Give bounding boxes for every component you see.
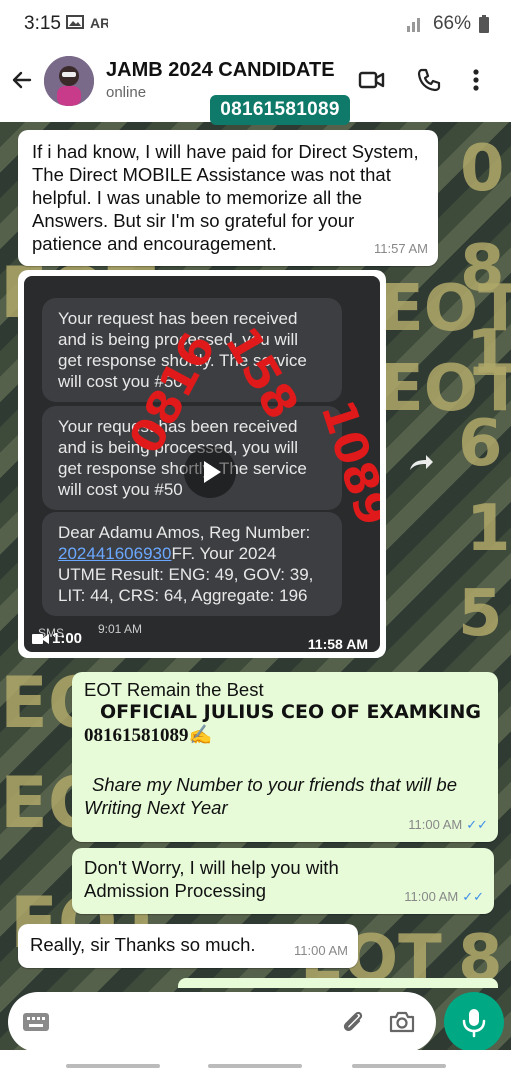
message-input-bar[interactable] [8, 992, 436, 1052]
message-time: 11:58 AM [307, 636, 368, 652]
watermark-digit: 1 [466, 492, 511, 566]
message-text: If i had know, I will have paid for Dire… [32, 141, 419, 254]
sms-text: Dear Adamu Amos, Reg Number: [58, 523, 311, 542]
contact-name[interactable]: JAMB 2024 CANDIDATE [106, 59, 335, 82]
video-thumbnail[interactable]: Your request has been received and is be… [24, 276, 380, 652]
watermark-digit: 0 [460, 132, 505, 206]
contact-avatar[interactable] [44, 56, 94, 106]
sms-link[interactable]: 202441606930 [58, 544, 171, 563]
status-time: 3:15 [24, 13, 61, 34]
message-time: 11:00 AM ✓✓ [408, 817, 488, 832]
contact-status: online [106, 84, 147, 101]
play-icon [204, 461, 221, 483]
watermark-eot: EOT [380, 272, 511, 346]
overlay-phone-number: 08161581089 [210, 95, 350, 125]
message-text: Don't Worry, I will help you with Admiss… [84, 857, 339, 901]
nav-handle[interactable] [352, 1064, 446, 1068]
incoming-message[interactable]: Really, sir Thanks so much. 11:00 AM [18, 924, 358, 968]
partial-outgoing-message [178, 978, 498, 988]
sms-bubble: Dear Adamu Amos, Reg Number: 20244160693… [42, 512, 342, 616]
ar-icon: AR [90, 15, 108, 30]
keyboard-icon[interactable] [22, 1011, 50, 1033]
battery-percent: 66% [432, 13, 471, 34]
system-navigation-bar [0, 1050, 511, 1080]
battery-icon [479, 15, 489, 33]
forward-icon[interactable] [406, 450, 436, 476]
message-time: 11:57 AM [374, 241, 428, 256]
message-line: 08161581089✍️ [84, 725, 213, 746]
video-camera-icon [32, 634, 49, 644]
voice-message-button[interactable] [444, 992, 504, 1052]
status-right: 66% [405, 13, 489, 35]
outgoing-message[interactable]: Don't Worry, I will help you with Admiss… [72, 848, 494, 914]
watermark-eot: EOT [380, 352, 511, 426]
double-check-icon: ✓✓ [462, 889, 484, 904]
message-line: OFFICIAL JULIUS CEO OF EXAMKING [100, 701, 481, 723]
signal-icon [406, 18, 420, 32]
gallery-icon [66, 15, 84, 29]
video-duration: 1:00 [52, 630, 83, 647]
incoming-message[interactable]: If i had know, I will have paid for Dire… [18, 130, 438, 266]
message-time: 11:00 AM ✓✓ [404, 889, 484, 904]
outgoing-message[interactable]: EOT Remain the Best OFFICIAL JULIUS CEO … [72, 672, 498, 842]
svg-text:AR: AR [90, 15, 108, 30]
camera-icon[interactable] [388, 1009, 416, 1035]
video-message[interactable]: Your request has been received and is be… [18, 270, 386, 658]
nav-handle[interactable] [208, 1064, 302, 1068]
video-call-icon[interactable] [358, 66, 386, 94]
attach-icon[interactable] [340, 1009, 366, 1035]
back-arrow-icon[interactable] [10, 68, 34, 92]
nav-handle[interactable] [66, 1064, 160, 1068]
message-line: EOT Remain the Best [84, 679, 264, 700]
microphone-icon [462, 1009, 486, 1038]
status-bar: 3:15 AR 66% [0, 0, 511, 48]
voice-call-icon[interactable] [415, 66, 443, 94]
message-time: 11:00 AM [294, 943, 348, 958]
watermark-digit: 5 [458, 577, 503, 651]
play-button[interactable] [184, 446, 236, 498]
sms-time: 9:01 AM [98, 622, 143, 636]
double-check-icon: ✓✓ [466, 817, 488, 832]
more-options-icon[interactable] [470, 66, 482, 94]
